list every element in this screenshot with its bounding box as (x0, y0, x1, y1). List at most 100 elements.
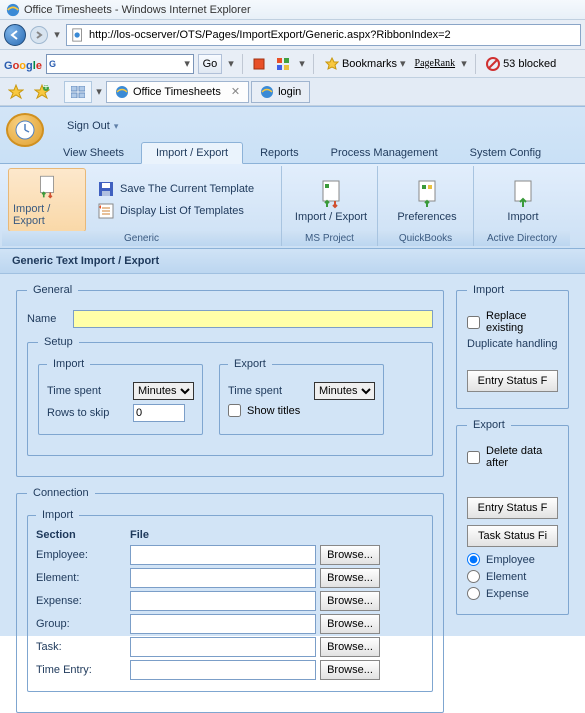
radio-element[interactable] (467, 570, 480, 583)
tab-close-icon[interactable]: ✕ (231, 85, 240, 98)
setup-legend: Setup (38, 336, 79, 348)
add-favorite-button[interactable]: + (30, 81, 54, 103)
svg-text:+: + (43, 84, 49, 93)
address-bar[interactable] (66, 24, 581, 46)
browse-button-timeentry[interactable]: Browse... (320, 660, 380, 680)
ribbon-msproject-button[interactable]: Import / Export (288, 168, 374, 232)
row-label: Expense: (36, 595, 130, 607)
list-templates-label: Display List Of Templates (120, 205, 244, 217)
arrow-right-icon (34, 30, 44, 40)
ribbon: Sign Out ▾ View Sheets Import / Export R… (0, 106, 585, 249)
bookmarks-button[interactable]: Bookmarks ▾ (320, 54, 411, 74)
ribbon-generic-import-export-button[interactable]: Import / Export (8, 168, 86, 232)
radio-employee-label: Employee (486, 554, 535, 566)
ribbon-tab-reports[interactable]: Reports (245, 142, 314, 163)
row-label: Task: (36, 641, 130, 653)
radio-employee[interactable] (467, 553, 480, 566)
file-input-task[interactable] (130, 637, 316, 657)
row-label: Element: (36, 572, 130, 584)
show-titles-label: Show titles (247, 405, 300, 417)
save-template-label: Save The Current Template (120, 183, 254, 195)
timespent-import-select[interactable]: Minutes (133, 382, 194, 400)
ribbon-tab-import-export[interactable]: Import / Export (141, 142, 243, 164)
popup-blocked-button[interactable]: 53 blocked (482, 57, 560, 71)
connection-fieldset: Connection Import Section File Employee:… (16, 487, 444, 713)
toolbar-dropdown-2[interactable]: ▾ (297, 57, 307, 70)
sign-out-button[interactable]: Sign Out ▾ (58, 117, 127, 135)
toolbar-icon-2[interactable] (273, 54, 293, 74)
file-input-expense[interactable] (130, 591, 316, 611)
quicktabs-button[interactable] (64, 81, 92, 103)
ie-tabbar: + ▾ Office Timesheets ✕ login (0, 78, 585, 106)
tab-office-timesheets[interactable]: Office Timesheets ✕ (106, 81, 249, 103)
file-input-employee[interactable] (130, 545, 316, 565)
file-input-timeentry[interactable] (130, 660, 316, 680)
file-row-employee: Employee: Browse... (36, 545, 424, 565)
blocked-count: 53 blocked (503, 58, 556, 70)
browse-button-group[interactable]: Browse... (320, 614, 380, 634)
show-titles-checkbox[interactable] (228, 404, 241, 417)
file-row-element: Element: Browse... (36, 568, 424, 588)
name-input[interactable] (73, 310, 433, 328)
toolbar-icon-1[interactable] (249, 54, 269, 74)
pagerank-dropdown[interactable]: ▾ (459, 57, 469, 70)
file-input-group[interactable] (130, 614, 316, 634)
ribbon-tab-system-config[interactable]: System Config (455, 142, 557, 163)
general-fieldset: General Name Setup Import Time spent Min… (16, 284, 444, 477)
grid-icon (71, 86, 85, 98)
go-dropdown[interactable]: ▾ (226, 57, 236, 70)
ribbon-button-label: Import / Export (13, 203, 81, 227)
ribbon-group-label-generic: Generic (2, 231, 281, 246)
pagerank-label[interactable]: PageRank (415, 58, 456, 69)
replace-checkbox[interactable] (467, 316, 480, 329)
file-input-element[interactable] (130, 568, 316, 588)
google-go-button[interactable]: Go (198, 54, 222, 74)
import-entry-status-button[interactable]: Entry Status F (467, 370, 558, 392)
app-orb-button[interactable] (6, 113, 44, 147)
favorites-star-button[interactable] (4, 81, 28, 103)
ie-page-icon (260, 85, 274, 99)
export-task-status-button[interactable]: Task Status Fi (467, 525, 558, 547)
ribbon-button-label: Import (507, 211, 538, 223)
rows-skip-label: Rows to skip (47, 407, 125, 419)
right-export-fieldset: Export Delete data after Entry Status F … (456, 419, 569, 615)
list-templates-button[interactable]: Display List Of Templates (94, 201, 258, 221)
ribbon-body: Import / Export Save The Current Templat… (0, 163, 585, 249)
browse-button-expense[interactable]: Browse... (320, 591, 380, 611)
browse-button-employee[interactable]: Browse... (320, 545, 380, 565)
save-template-button[interactable]: Save The Current Template (94, 179, 258, 199)
file-row-task: Task: Browse... (36, 637, 424, 657)
tab-login[interactable]: login (251, 81, 310, 103)
url-input[interactable] (89, 29, 576, 41)
window-titlebar: Office Timesheets - Windows Internet Exp… (0, 0, 585, 20)
ie-icon (6, 3, 20, 17)
tab-label: Office Timesheets (133, 86, 221, 98)
star-icon (325, 57, 339, 71)
ribbon-ad-button[interactable]: Import (480, 168, 566, 232)
connection-legend: Connection (27, 487, 95, 499)
clock-icon (14, 119, 36, 141)
nav-back-button[interactable] (4, 24, 26, 46)
ribbon-button-label: Import / Export (295, 211, 367, 223)
rows-skip-input[interactable] (133, 404, 185, 422)
ribbon-quickbooks-button[interactable]: Preferences (384, 168, 470, 232)
cube-icon (252, 57, 266, 71)
no-popup-icon (486, 57, 500, 71)
delete-checkbox[interactable] (467, 451, 480, 464)
setup-export-legend: Export (228, 358, 272, 370)
browse-button-task[interactable]: Browse... (320, 637, 380, 657)
timespent-export-select[interactable]: Minutes (314, 382, 375, 400)
google-logo: Google (4, 56, 42, 72)
quicktabs-dropdown[interactable]: ▾ (94, 85, 104, 98)
ribbon-tab-view-sheets[interactable]: View Sheets (48, 142, 139, 163)
delete-label: Delete data after (486, 445, 558, 469)
ribbon-tab-process-mgmt[interactable]: Process Management (316, 142, 453, 163)
radio-expense[interactable] (467, 587, 480, 600)
list-icon (98, 203, 114, 219)
google-search-box[interactable]: G ▾ (46, 54, 194, 74)
nav-history-dropdown[interactable]: ▾ (52, 28, 62, 41)
nav-forward-button[interactable] (30, 26, 48, 44)
export-entry-status-button[interactable]: Entry Status F (467, 497, 558, 519)
ribbon-group-label-ad: Active Directory (474, 231, 570, 246)
browse-button-element[interactable]: Browse... (320, 568, 380, 588)
